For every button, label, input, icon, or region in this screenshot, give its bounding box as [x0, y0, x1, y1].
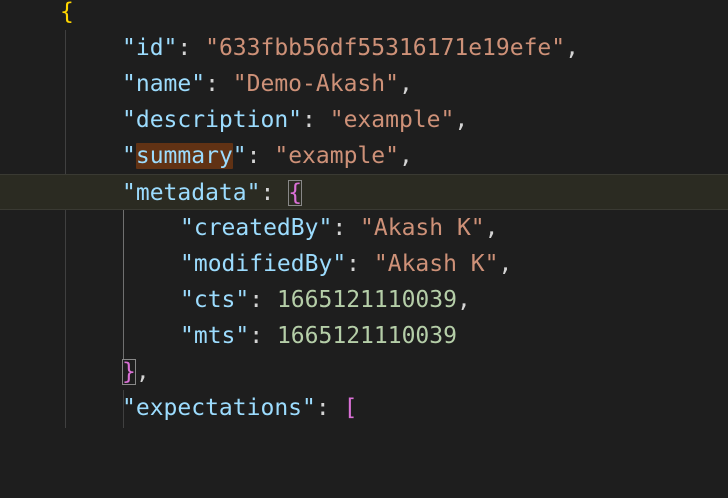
current-line: "metadata": { [0, 174, 728, 210]
comma: , [456, 287, 471, 313]
open-brace: { [60, 0, 74, 25]
colon: : [205, 71, 233, 97]
colon: : [246, 143, 275, 169]
comma: , [398, 143, 413, 169]
code-line: "modifiedBy": "Akash K", [0, 246, 728, 282]
json-string-value: "Akash K" [360, 215, 485, 241]
json-key: "cts" [180, 287, 250, 313]
json-string-value: "Akash K" [373, 251, 499, 277]
code-line: { [0, 0, 728, 30]
code-line: "id": "633fbb56df55316171e19efe", [0, 30, 728, 66]
quote: " [232, 143, 247, 169]
json-key: "name" [122, 71, 206, 97]
json-string-value: "example" [329, 107, 455, 133]
json-key: "expectations" [122, 395, 316, 421]
highlighted-word: summary [135, 143, 233, 169]
json-key: "createdBy" [180, 215, 333, 241]
colon: : [249, 287, 277, 313]
comma: , [484, 215, 499, 241]
json-key: "id" [122, 35, 178, 61]
json-number-value: 1665121110039 [276, 323, 457, 349]
open-bracket: [ [343, 395, 358, 421]
code-line: "summary": "example", [0, 138, 728, 174]
comma: , [565, 35, 579, 61]
colon: : [260, 180, 289, 206]
json-string-value: "633fbb56df55316171e19efe" [205, 35, 566, 61]
json-string-value: "example" [274, 143, 399, 169]
code-line: }, [0, 354, 728, 390]
json-key: "description" [122, 107, 303, 133]
colon: : [346, 251, 374, 277]
code-line: "name": "Demo-Akash", [0, 66, 728, 102]
comma: , [498, 251, 513, 277]
comma: , [135, 359, 150, 385]
json-key: "modifiedBy" [180, 251, 347, 277]
json-string-value: "Demo-Akash" [232, 71, 399, 97]
colon: : [315, 395, 344, 421]
quote: " [122, 143, 136, 169]
json-number-value: 1665121110039 [276, 287, 457, 313]
code-line: "description": "example", [0, 102, 728, 138]
code-line: "cts": 1665121110039, [0, 282, 728, 318]
colon: : [332, 215, 361, 241]
code-line: "expectations": [ [0, 390, 728, 426]
json-key: "mts" [180, 323, 250, 349]
matched-close-brace: } [122, 359, 136, 385]
colon: : [177, 35, 206, 61]
colon: : [302, 107, 330, 133]
json-key: "metadata" [122, 180, 261, 206]
matched-open-brace: { [288, 180, 303, 206]
colon: : [249, 323, 277, 349]
code-line: "mts": 1665121110039 [0, 318, 728, 354]
comma: , [454, 107, 469, 133]
code-editor[interactable]: { "id": "633fbb56df55316171e19efe", "nam… [0, 0, 728, 428]
comma: , [398, 71, 413, 97]
code-line: "createdBy": "Akash K", [0, 210, 728, 246]
